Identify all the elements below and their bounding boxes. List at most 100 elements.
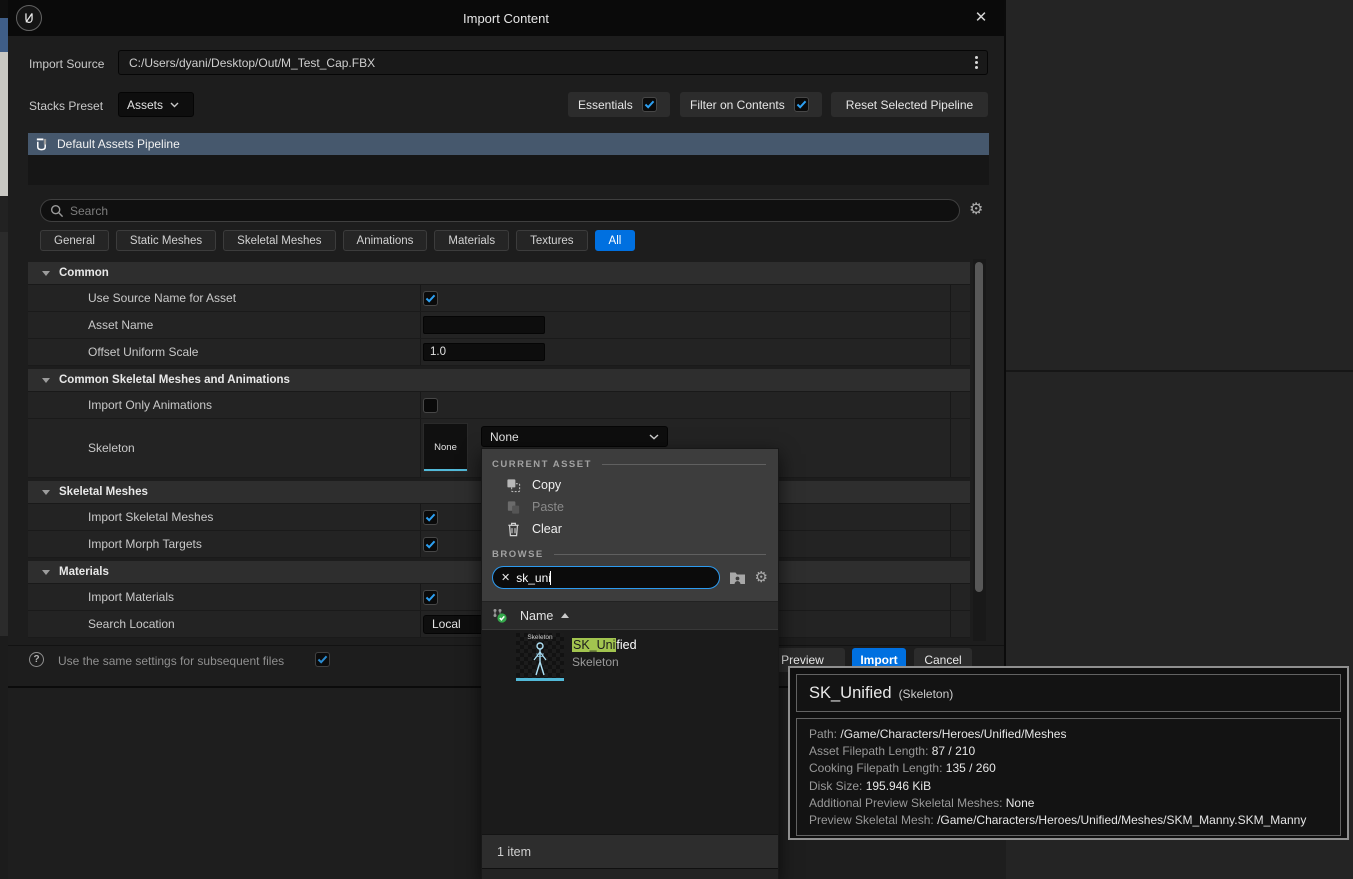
import-skeletal-meshes-label: Import Skeletal Meshes <box>88 510 213 524</box>
asset-name-input[interactable] <box>423 316 545 334</box>
stacks-preset-value: Assets <box>127 98 163 112</box>
same-settings-label: Use the same settings for subsequent fil… <box>58 654 284 668</box>
tab-animations[interactable]: Animations <box>343 230 428 251</box>
result-count-bar: 1 item <box>482 834 778 868</box>
stacks-preset-dropdown[interactable]: Assets <box>118 92 194 117</box>
section-materials-title: Materials <box>59 566 109 578</box>
tab-materials[interactable]: Materials <box>434 230 509 251</box>
essentials-toggle[interactable]: Essentials <box>568 92 670 117</box>
backdrop-segment <box>0 636 8 879</box>
tooltip-asset-type: (Skeleton) <box>899 687 954 701</box>
background-left-strip <box>0 0 8 879</box>
tab-static-meshes[interactable]: Static Meshes <box>116 230 216 251</box>
more-options-icon[interactable] <box>975 56 978 69</box>
tooltip-row-additional-preview: Additional Preview Skeletal Meshes: None <box>809 795 1328 812</box>
menu-item-clear[interactable]: Clear <box>482 518 778 540</box>
import-only-animations-checkbox[interactable] <box>423 398 438 413</box>
trash-icon <box>506 522 521 537</box>
asset-results-list: Skeleton SK_Unified Skeleton <box>482 630 778 834</box>
asset-list-header[interactable]: Name <box>482 601 778 630</box>
tab-general[interactable]: General <box>40 230 109 251</box>
search-settings-gear-icon[interactable]: ⚙ <box>969 202 983 218</box>
collapse-arrow-icon[interactable] <box>42 271 50 276</box>
collapse-arrow-icon[interactable] <box>42 570 50 575</box>
view-settings-gear-icon[interactable]: ⚙ <box>755 570 768 586</box>
import-skeletal-meshes-checkbox[interactable] <box>423 510 438 525</box>
settings-search-bar[interactable] <box>40 199 960 222</box>
settings-search-input[interactable] <box>70 204 950 218</box>
collapse-arrow-icon[interactable] <box>42 378 50 383</box>
import-materials-checkbox[interactable] <box>423 590 438 605</box>
skeleton-thumbnail-text: None <box>434 442 457 453</box>
use-source-name-label: Use Source Name for Asset <box>88 291 236 305</box>
copy-icon <box>506 478 521 493</box>
close-icon[interactable]: ✕ <box>970 7 992 29</box>
pipeline-stack-empty-row[interactable] <box>28 155 989 185</box>
name-column-header[interactable]: Name <box>520 609 553 623</box>
skeleton-label: Skeleton <box>88 441 135 455</box>
filter-on-contents-checkbox[interactable] <box>794 97 809 112</box>
asset-type-color-bar <box>424 469 467 472</box>
asset-result-sk-unified[interactable]: Skeleton SK_Unified Skeleton <box>482 632 778 684</box>
result-count: 1 item <box>497 845 531 859</box>
same-settings-checkbox[interactable] <box>315 652 330 667</box>
tooltip-asset-name: SK_Unified <box>809 675 892 711</box>
asset-result-name: SK_Unified <box>572 638 637 652</box>
list-view-options-icon[interactable] <box>491 607 508 624</box>
asset-search-input[interactable] <box>516 571 710 585</box>
collapse-arrow-icon[interactable] <box>42 490 50 495</box>
asset-search-field[interactable]: ✕ <box>492 566 720 589</box>
skeleton-asset-combobox[interactable]: None <box>481 426 668 447</box>
row-asset-name: Asset Name <box>28 312 970 339</box>
asset-type-color-bar <box>516 678 564 681</box>
properties-scrollbar-thumb[interactable] <box>975 262 983 592</box>
reset-selected-pipeline-button[interactable]: Reset Selected Pipeline <box>831 92 988 117</box>
sort-ascending-icon <box>561 613 569 618</box>
pipeline-icon <box>35 138 48 151</box>
backdrop-segment <box>0 0 8 18</box>
skeleton-asset-thumbnail: Skeleton <box>516 633 564 681</box>
tooltip-info-box: Path: /Game/Characters/Heroes/Unified/Me… <box>796 718 1341 836</box>
paste-label: Paste <box>532 500 564 514</box>
offset-uniform-scale-input[interactable] <box>423 343 545 361</box>
section-common-title: Common <box>59 267 109 279</box>
asset-name-rest: fied <box>616 638 636 652</box>
import-source-field[interactable]: C:/Users/dyani/Desktop/Out/M_Test_Cap.FB… <box>118 50 988 75</box>
tab-textures[interactable]: Textures <box>516 230 587 251</box>
clear-search-icon[interactable]: ✕ <box>501 571 510 584</box>
browse-heading: BROWSE <box>492 549 766 560</box>
help-icon[interactable]: ? <box>29 652 44 667</box>
menu-item-paste[interactable]: Paste <box>482 496 778 518</box>
section-common-skeletal[interactable]: Common Skeletal Meshes and Animations <box>28 369 970 392</box>
editor-panel-divider <box>1006 370 1353 372</box>
backdrop-segment <box>0 52 8 196</box>
skeleton-asset-picker-popup: CURRENT ASSET Copy Paste Clear BROWSE ✕ <box>481 448 779 879</box>
menu-item-copy[interactable]: Copy <box>482 474 778 496</box>
row-use-source-name: Use Source Name for Asset <box>28 285 970 312</box>
paste-icon <box>506 500 521 515</box>
tooltip-title-box: SK_Unified (Skeleton) <box>796 674 1341 712</box>
section-skeletal-meshes-title: Skeletal Meshes <box>59 486 148 498</box>
text-caret <box>550 571 551 585</box>
default-assets-pipeline-row[interactable]: Default Assets Pipeline <box>28 133 989 155</box>
filter-on-contents-toggle[interactable]: Filter on Contents <box>680 92 822 117</box>
essentials-label: Essentials <box>578 98 633 112</box>
import-source-path: C:/Users/dyani/Desktop/Out/M_Test_Cap.FB… <box>119 56 975 70</box>
browse-to-asset-folder-icon[interactable] <box>729 571 746 585</box>
dialog-titlebar[interactable]: Import Content ✕ <box>8 0 1004 36</box>
search-icon <box>50 204 64 218</box>
tooltip-row-preview-mesh: Preview Skeletal Mesh: /Game/Characters/… <box>809 812 1328 829</box>
current-asset-heading: CURRENT ASSET <box>492 459 766 470</box>
use-source-name-checkbox[interactable] <box>423 291 438 306</box>
tab-skeletal-meshes[interactable]: Skeletal Meshes <box>223 230 335 251</box>
import-materials-label: Import Materials <box>88 590 174 604</box>
section-common[interactable]: Common <box>28 262 970 285</box>
asset-name-label: Asset Name <box>88 318 153 332</box>
popup-bottom-strip <box>482 868 778 879</box>
essentials-checkbox[interactable] <box>642 97 657 112</box>
import-morph-targets-checkbox[interactable] <box>423 537 438 552</box>
tooltip-row-disk-size: Disk Size: 195.946 KiB <box>809 778 1328 795</box>
tab-all[interactable]: All <box>595 230 636 251</box>
skeleton-thumbnail[interactable]: None <box>423 423 468 472</box>
dialog-title: Import Content <box>463 11 549 26</box>
